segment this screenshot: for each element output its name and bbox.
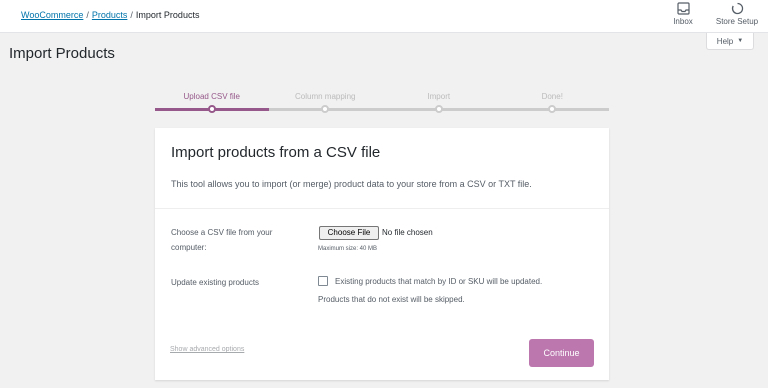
progress-steps: Upload CSV file Column mapping Import Do… bbox=[155, 92, 609, 116]
breadcrumb: WooCommerce / Products / Import Products bbox=[21, 9, 199, 21]
breadcrumb-woocommerce-link[interactable]: WooCommerce bbox=[21, 10, 83, 20]
step-label: Upload CSV file bbox=[183, 92, 240, 101]
store-setup-label: Store Setup bbox=[715, 17, 759, 26]
step-label: Import bbox=[427, 92, 451, 101]
help-label: Help bbox=[716, 36, 734, 46]
card-description: This tool allows you to import (or merge… bbox=[171, 179, 532, 189]
page-title: Import Products bbox=[9, 45, 115, 62]
top-header-bar: WooCommerce / Products / Import Products Inb… bbox=[0, 0, 768, 33]
progress-spinner-icon bbox=[731, 2, 743, 15]
update-existing-checkbox[interactable] bbox=[318, 276, 328, 286]
step-dot bbox=[207, 105, 216, 113]
step-import: Import bbox=[382, 92, 496, 116]
step-dot bbox=[434, 105, 443, 113]
inbox-label: Inbox bbox=[673, 17, 693, 26]
step-upload-csv: Upload CSV file bbox=[155, 92, 269, 116]
breadcrumb-products-link[interactable]: Products bbox=[92, 10, 128, 20]
update-skip-description: Products that do not exist will be skipp… bbox=[318, 295, 465, 304]
breadcrumb-separator: / bbox=[86, 10, 89, 20]
caret-down-icon: ▼ bbox=[737, 38, 744, 44]
update-existing-description: Existing products that match by ID or SK… bbox=[335, 277, 543, 286]
step-column-mapping: Column mapping bbox=[268, 92, 382, 116]
import-card: Import products from a CSV file This too… bbox=[155, 128, 609, 380]
step-dot bbox=[548, 105, 557, 113]
show-advanced-options-link[interactable]: Show advanced options bbox=[170, 346, 244, 353]
breadcrumb-separator: / bbox=[130, 10, 133, 20]
inbox-icon bbox=[676, 2, 690, 15]
store-setup-button[interactable]: Store Setup bbox=[713, 2, 761, 32]
card-title: Import products from a CSV file bbox=[171, 144, 381, 161]
inbox-button[interactable]: Inbox bbox=[670, 2, 696, 32]
continue-button[interactable]: Continue bbox=[529, 339, 594, 367]
choose-file-button[interactable]: Choose File bbox=[319, 226, 379, 240]
file-field-label: Choose a CSV file from your computer: bbox=[171, 228, 273, 252]
card-header: Import products from a CSV file This too… bbox=[155, 128, 609, 209]
step-done: Done! bbox=[495, 92, 609, 116]
file-status-text: No file chosen bbox=[382, 228, 433, 237]
breadcrumb-current: Import Products bbox=[135, 10, 200, 20]
help-tab[interactable]: Help ▼ bbox=[706, 33, 754, 50]
step-label: Done! bbox=[541, 92, 563, 101]
step-dot bbox=[321, 105, 330, 113]
update-existing-label: Update existing products bbox=[171, 278, 260, 287]
max-size-hint: Maximum size: 40 MB bbox=[318, 246, 378, 252]
step-label: Column mapping bbox=[295, 92, 356, 101]
